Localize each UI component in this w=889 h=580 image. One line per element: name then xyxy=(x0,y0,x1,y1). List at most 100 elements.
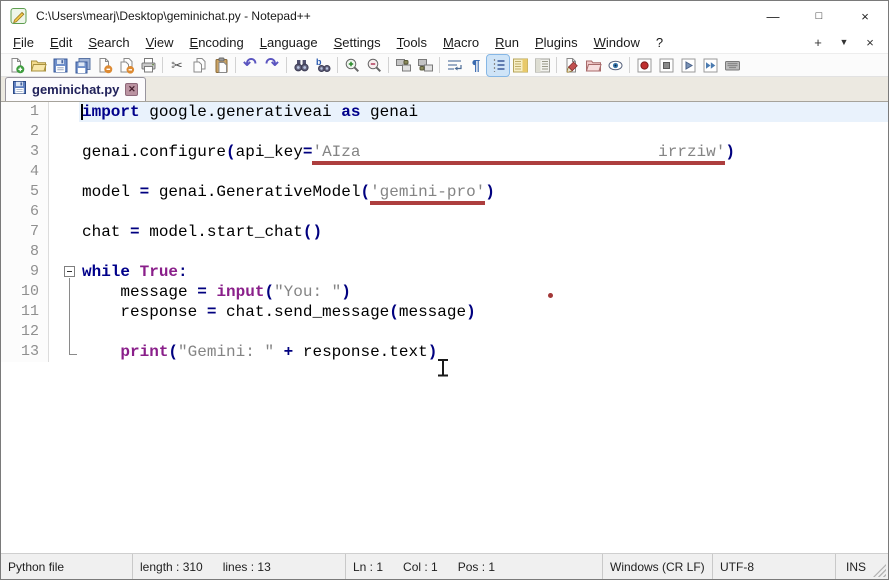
word-wrap-icon[interactable] xyxy=(443,55,465,76)
menu-item-plugins[interactable]: Plugins xyxy=(527,33,586,52)
menu-item-tools[interactable]: Tools xyxy=(389,33,435,52)
line-number[interactable]: 8 xyxy=(1,242,49,262)
macro-stop-icon[interactable] xyxy=(655,55,677,76)
macro-run-multiple-icon[interactable] xyxy=(699,55,721,76)
macro-record-icon[interactable] xyxy=(633,55,655,76)
code-line-text[interactable]: print("Gemini: " + response.text) xyxy=(79,342,888,362)
title-bar: C:\Users\mearj\Desktop\geminichat.py - N… xyxy=(1,1,888,31)
fold-margin xyxy=(49,222,79,242)
fold-margin xyxy=(49,242,79,262)
code-editor[interactable]: 1 import google.generativeai as genai 23 ge… xyxy=(1,102,888,555)
tab-geminichat[interactable]: geminichat.py ✕ xyxy=(5,77,146,101)
copy-icon[interactable] xyxy=(188,55,210,76)
code-line-text[interactable]: genai.configure(api_key='AIza irrziw') xyxy=(79,142,888,162)
code-line-text[interactable]: while True: xyxy=(79,262,888,282)
toolbar: ✂ ↶↷ b ¶ xyxy=(1,53,888,77)
code-line-text[interactable] xyxy=(79,202,888,222)
macro-save-icon[interactable] xyxy=(721,55,743,76)
editor-line-6: 6 xyxy=(1,202,888,222)
tab-bar: geminichat.py ✕ xyxy=(1,77,888,102)
folder-as-workspace-icon[interactable] xyxy=(582,55,604,76)
redo-icon[interactable]: ↷ xyxy=(261,55,283,76)
close-icon[interactable] xyxy=(93,55,115,76)
new-tab-icon[interactable]: + xyxy=(810,35,826,50)
code-line-text[interactable]: import google.generativeai as genai xyxy=(79,102,888,122)
line-number[interactable]: 6 xyxy=(1,202,49,222)
fold-margin xyxy=(49,162,79,182)
toolbar-separator xyxy=(629,57,630,73)
define-language-icon[interactable] xyxy=(560,55,582,76)
line-number[interactable]: 3 xyxy=(1,142,49,162)
save-icon[interactable] xyxy=(49,55,71,76)
line-number[interactable]: 12 xyxy=(1,322,49,342)
menu-item-macro[interactable]: Macro xyxy=(435,33,487,52)
code-line-text[interactable]: response = chat.send_message(message) xyxy=(79,302,888,322)
editor-line-13: 13 print("Gemini: " + response.text) xyxy=(1,342,888,362)
document-list-icon[interactable] xyxy=(531,55,553,76)
line-number[interactable]: 2 xyxy=(1,122,49,142)
maximize-button[interactable]: □ xyxy=(796,1,842,31)
code-line-text[interactable] xyxy=(79,162,888,182)
line-number[interactable]: 5 xyxy=(1,182,49,202)
close-button[interactable]: × xyxy=(842,1,888,31)
print-icon[interactable] xyxy=(137,55,159,76)
close-all-icon[interactable] xyxy=(115,55,137,76)
sync-vertical-icon[interactable] xyxy=(392,55,414,76)
menu-bar: FileEditSearchViewEncodingLanguageSettin… xyxy=(1,31,888,53)
line-number[interactable]: 10 xyxy=(1,282,49,302)
paste-icon[interactable] xyxy=(210,55,232,76)
line-number[interactable]: 13 xyxy=(1,342,49,362)
line-number[interactable]: 4 xyxy=(1,162,49,182)
tab-list-icon[interactable]: ▼ xyxy=(836,37,852,47)
open-file-icon[interactable] xyxy=(27,55,49,76)
monitoring-icon[interactable] xyxy=(604,55,626,76)
zoom-in-icon[interactable] xyxy=(341,55,363,76)
cut-icon[interactable]: ✂ xyxy=(166,55,188,76)
line-number[interactable]: 11 xyxy=(1,302,49,322)
close-document-icon[interactable]: × xyxy=(862,35,878,50)
zoom-out-icon[interactable] xyxy=(363,55,385,76)
line-number[interactable]: 7 xyxy=(1,222,49,242)
menu-item-encoding[interactable]: Encoding xyxy=(182,33,252,52)
sync-horizontal-icon[interactable] xyxy=(414,55,436,76)
code-line-text[interactable]: message = input("You: ") xyxy=(79,282,888,302)
editor-line-7: 7 chat = model.start_chat() xyxy=(1,222,888,242)
menu-item-search[interactable]: Search xyxy=(80,33,137,52)
menu-item-run[interactable]: Run xyxy=(487,33,527,52)
find-icon[interactable] xyxy=(290,55,312,76)
toolbar-separator xyxy=(162,57,163,73)
document-map-icon[interactable] xyxy=(509,55,531,76)
menu-item-window[interactable]: Window xyxy=(586,33,648,52)
code-line-text[interactable]: model = genai.GenerativeModel('gemini-pr… xyxy=(79,182,888,202)
menu-item-help[interactable]: ? xyxy=(648,33,671,52)
toolbar-separator xyxy=(286,57,287,73)
menu-item-language[interactable]: Language xyxy=(252,33,326,52)
fold-margin xyxy=(49,102,79,122)
menu-item-edit[interactable]: Edit xyxy=(42,33,80,52)
line-number[interactable]: 9 xyxy=(1,262,49,282)
editor-line-3: 3 genai.configure(api_key='AIza irrziw') xyxy=(1,142,888,162)
fold-margin xyxy=(49,202,79,222)
fold-margin xyxy=(49,282,79,302)
new-file-icon[interactable] xyxy=(5,55,27,76)
undo-icon[interactable]: ↶ xyxy=(239,55,261,76)
code-line-text[interactable]: chat = model.start_chat() xyxy=(79,222,888,242)
toolbar-separator xyxy=(556,57,557,73)
minimize-button[interactable]: — xyxy=(750,1,796,31)
notepad-plus-plus-window: C:\Users\mearj\Desktop\geminichat.py - N… xyxy=(0,0,889,580)
menu-item-settings[interactable]: Settings xyxy=(326,33,389,52)
save-all-icon[interactable] xyxy=(71,55,93,76)
tab-close-icon[interactable]: ✕ xyxy=(125,83,138,96)
replace-icon[interactable]: b xyxy=(312,55,334,76)
code-line-text[interactable] xyxy=(79,242,888,262)
menu-item-view[interactable]: View xyxy=(138,33,182,52)
line-number[interactable]: 1 xyxy=(1,102,49,122)
code-line-text[interactable] xyxy=(79,122,888,142)
editor-line-12: 12 xyxy=(1,322,888,342)
menu-item-file[interactable]: File xyxy=(5,33,42,52)
fold-collapse-icon[interactable] xyxy=(49,262,79,282)
macro-play-icon[interactable] xyxy=(677,55,699,76)
indent-guide-icon[interactable] xyxy=(487,55,509,76)
code-line-text[interactable] xyxy=(79,322,888,342)
show-all-characters-icon[interactable]: ¶ xyxy=(465,55,487,76)
